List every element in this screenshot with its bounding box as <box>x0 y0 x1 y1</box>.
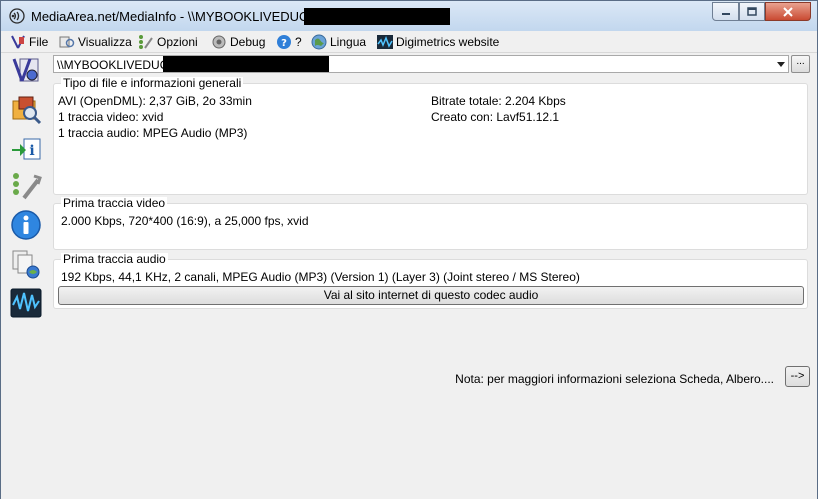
digimetrics-icon <box>10 288 42 318</box>
menu-bar: File Visualizza Opzioni Debug ? ? Lingua… <box>1 31 817 53</box>
audio-track-title: Prima traccia audio <box>61 252 168 266</box>
container-info: AVI (OpenDML): 2,37 GiB, 2o 33min <box>58 94 252 108</box>
audio-track-info: 192 Kbps, 44,1 KHz, 2 canali, MPEG Audio… <box>61 270 580 284</box>
redacted-file-path <box>163 56 329 72</box>
maximize-icon <box>747 6 757 16</box>
menu-visualizza-label: Visualizza <box>78 34 132 49</box>
menu-help[interactable]: ? ? <box>276 33 302 50</box>
bitrate-info: Bitrate totale: 2.204 Kbps <box>431 94 566 108</box>
minimize-button[interactable] <box>712 2 739 21</box>
video-track-group: Prima traccia video 2.000 Kbps, 720*400 … <box>53 197 808 250</box>
about-button[interactable] <box>10 209 42 241</box>
open-folder-button[interactable] <box>10 93 42 125</box>
left-toolbar: i <box>1 53 49 499</box>
open-folder-icon <box>12 96 42 125</box>
redacted-title-path <box>304 8 450 25</box>
digimetrics-button[interactable] <box>10 287 42 319</box>
menu-lingua-label: Lingua <box>330 34 367 49</box>
browse-button[interactable]: ... <box>791 55 810 73</box>
title-bar[interactable]: MediaArea.net/MediaInfo - \\MYBOOKLIVEDU… <box>1 1 817 31</box>
digimetrics-menu-icon <box>377 34 393 49</box>
general-info-group: Tipo di file e informazioni generali AVI… <box>53 77 808 195</box>
maximize-button[interactable] <box>739 2 765 21</box>
export-icon: i <box>12 138 41 160</box>
mediainfo-window: MediaArea.net/MediaInfo - \\MYBOOKLIVEDU… <box>0 0 818 499</box>
menu-lingua[interactable]: Lingua <box>311 33 366 50</box>
open-file-button[interactable] <box>10 55 42 87</box>
minimize-icon <box>721 12 730 15</box>
globe-icon <box>311 34 327 49</box>
general-info-title: Tipo di file e informazioni generali <box>61 76 244 90</box>
chevron-down-icon[interactable] <box>776 58 786 70</box>
menu-debug-label: Debug <box>230 34 266 49</box>
menu-digimetrics-label: Digimetrics website <box>396 34 500 49</box>
view-menu-icon <box>59 36 75 47</box>
debug-menu-icon <box>212 35 226 48</box>
audio-track-group: Prima traccia audio 192 Kbps, 44,1 KHz, … <box>53 253 808 309</box>
svg-text:i: i <box>29 143 34 159</box>
footer-note: Nota: per maggiori informazioni selezion… <box>455 372 774 386</box>
menu-digimetrics[interactable]: Digimetrics website <box>377 33 499 50</box>
svg-text:?: ? <box>281 38 287 49</box>
preferences-icon <box>13 173 42 200</box>
menu-visualizza[interactable]: Visualizza <box>59 33 132 50</box>
video-track-info: 2.000 Kbps, 720*400 (16:9), a 25,000 fps… <box>61 214 309 228</box>
menu-file-label: File <box>29 34 49 49</box>
main-content: \\MYBOOKLIVEDUO\ ... Tipo di file e info… <box>49 53 817 499</box>
multiple-files-button[interactable] <box>10 248 42 280</box>
window-title: MediaArea.net/MediaInfo - \\MYBOOKLIVEDU… <box>31 9 313 24</box>
options-menu-icon <box>139 34 153 49</box>
video-tracks-info: 1 traccia video: xvid <box>58 110 164 124</box>
file-path-text: \\MYBOOKLIVEDUO\ <box>57 58 173 72</box>
open-file-icon <box>12 58 39 82</box>
about-icon <box>11 210 41 240</box>
close-icon <box>783 6 793 17</box>
mediainfo-logo-icon <box>9 8 25 24</box>
file-menu-icon <box>11 35 25 48</box>
menu-file[interactable]: File <box>10 33 48 50</box>
menu-opzioni-label: Opzioni <box>157 34 198 49</box>
close-button[interactable] <box>765 2 811 21</box>
next-view-button[interactable]: --> <box>785 366 810 387</box>
menu-help-label: ? <box>295 34 302 49</box>
multiple-files-icon <box>12 250 40 279</box>
export-button[interactable]: i <box>10 133 42 165</box>
video-track-title: Prima traccia video <box>61 196 168 210</box>
created-with-info: Creato con: Lavf51.12.1 <box>431 110 560 124</box>
menu-debug[interactable]: Debug <box>211 33 265 50</box>
preferences-button[interactable] <box>10 170 42 202</box>
audio-codec-website-button[interactable]: Vai al sito internet di questo codec aud… <box>58 286 804 305</box>
audio-tracks-info: 1 traccia audio: MPEG Audio (MP3) <box>58 126 248 140</box>
help-menu-icon: ? <box>277 34 291 49</box>
menu-opzioni[interactable]: Opzioni <box>138 33 198 50</box>
